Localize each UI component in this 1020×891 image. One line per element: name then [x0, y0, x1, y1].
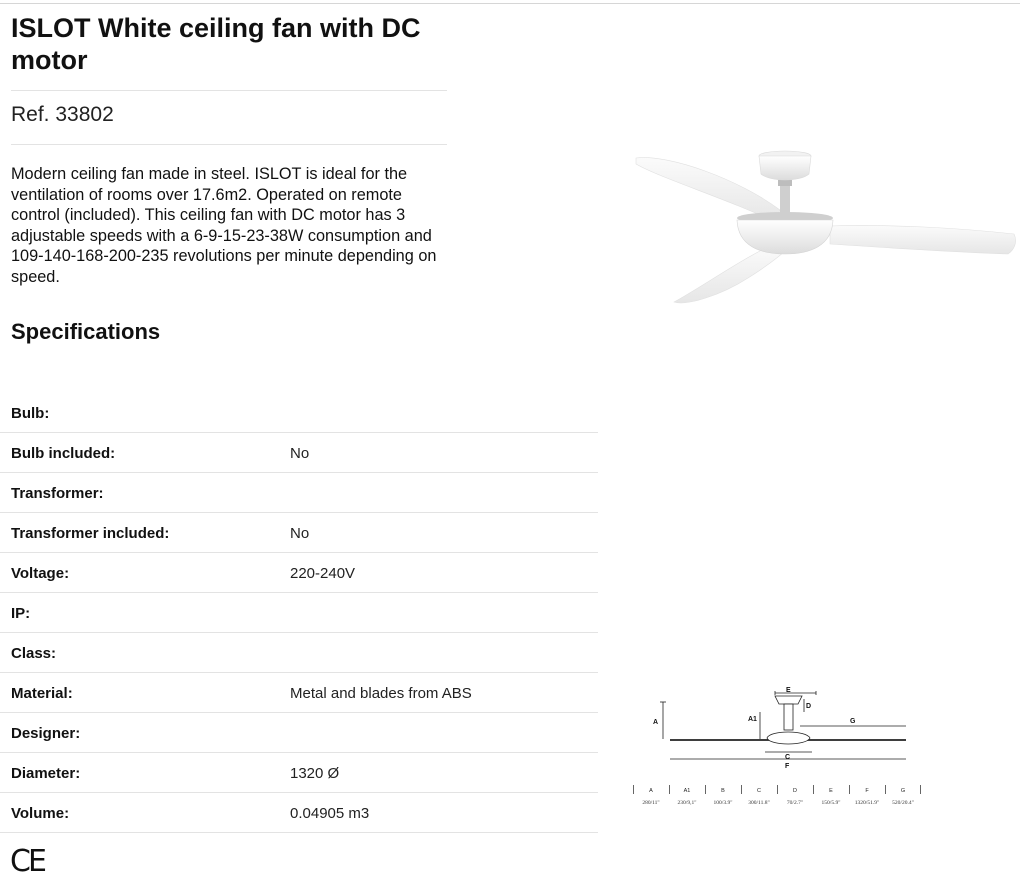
- spec-label: Material:: [11, 685, 73, 702]
- dim-column-c: C 300/11.8": [741, 785, 777, 813]
- spec-row-bulb-included: Bulb included: No: [0, 433, 598, 473]
- diagram-fan-shape: [766, 695, 811, 745]
- product-title: ISLOT White ceiling fan with DC motor: [11, 13, 421, 75]
- dim-head: B: [721, 788, 725, 794]
- diagram-label-a1: A1: [748, 716, 757, 723]
- specifications-table: Bulb: Bulb included: No Transformer: Tra…: [0, 362, 598, 833]
- spec-row-designer: Designer:: [0, 713, 598, 753]
- top-divider: [0, 3, 1020, 4]
- specifications-heading: Specifications: [11, 319, 161, 344]
- spec-label: Transformer:: [11, 485, 104, 502]
- dim-value: 280/11": [642, 800, 660, 806]
- dim-value: 230/9,1": [677, 800, 697, 806]
- spec-label: IP:: [11, 605, 31, 622]
- spec-label: Bulb included:: [11, 445, 116, 462]
- dim-column-a1: A1 230/9,1": [669, 785, 705, 813]
- product-reference: Ref. 33802: [11, 103, 114, 126]
- dim-head: C: [757, 788, 761, 794]
- spec-row-volume: Volume: 0.04905 m3: [0, 793, 598, 833]
- diagram-label-f: F: [785, 763, 790, 770]
- dim-separator: [920, 785, 921, 794]
- dim-head: A: [649, 788, 653, 794]
- diagram-label-d: D: [806, 703, 811, 710]
- spec-row-class: Class:: [0, 633, 598, 673]
- dim-column-d: D 70/2.7": [777, 785, 813, 813]
- ref-divider: [11, 144, 447, 145]
- dim-column-e: E 150/5.9": [813, 785, 849, 813]
- spec-value: No: [290, 445, 310, 462]
- spec-label: Transformer included:: [11, 525, 170, 542]
- spec-row-material: Material: Metal and blades from ABS: [0, 673, 598, 713]
- dim-value: 520/20.4": [892, 800, 914, 806]
- dim-column-b: B 100/3.9": [705, 785, 741, 813]
- spec-label: Designer:: [11, 725, 81, 742]
- spec-row-transformer: Transformer:: [0, 473, 598, 513]
- dim-head: E: [829, 788, 833, 794]
- spec-label: Volume:: [11, 805, 70, 822]
- spec-value: 220-240V: [290, 565, 356, 582]
- dim-column-a: A 280/11": [633, 785, 669, 813]
- dim-head: G: [900, 788, 906, 794]
- dim-head: D: [793, 788, 797, 794]
- diagram-label-g: G: [850, 718, 856, 725]
- dim-value: 100/3.9": [713, 800, 733, 806]
- spec-value: 0.04905 m3: [290, 805, 370, 822]
- product-description: Modern ceiling fan made in steel. ISLOT …: [11, 165, 437, 286]
- fan-downrod: [778, 180, 792, 214]
- title-divider: [11, 90, 447, 91]
- spec-row-voltage: Voltage: 220-240V: [0, 553, 598, 593]
- dim-column-g: G 520/20.4": [885, 785, 921, 813]
- diagram-label-e: E: [786, 687, 791, 694]
- fan-motor-hub: [736, 212, 834, 255]
- dim-head: A1: [683, 788, 691, 794]
- fan-product-image: [635, 150, 1016, 304]
- fan-canopy: [758, 150, 812, 181]
- spec-label: Diameter:: [11, 765, 81, 782]
- dim-value: 70/2.7": [786, 800, 804, 806]
- spec-label: Voltage:: [11, 565, 70, 582]
- fan-blade-left: [635, 157, 781, 223]
- spec-row-diameter: Diameter: 1320 Ø: [0, 753, 598, 793]
- dimension-table: A 280/11" A1 230/9,1" B 100/3.9" C 300/1…: [633, 785, 921, 813]
- spec-value: Metal and blades from ABS: [290, 685, 472, 702]
- dim-column-f: F 1320/51.9": [849, 785, 885, 813]
- spec-value: 1320 Ø: [290, 765, 340, 782]
- spec-row-ip: IP:: [0, 593, 598, 633]
- spec-label: Class:: [11, 645, 57, 662]
- spec-row-bulb: Bulb:: [0, 362, 598, 433]
- diagram-label-c: C: [785, 754, 790, 761]
- diagram-label-a: A: [653, 719, 658, 726]
- spec-value: No: [290, 525, 310, 542]
- spec-label: Bulb:: [11, 405, 50, 422]
- dim-head: F: [865, 788, 869, 794]
- dim-value: 1320/51.9": [854, 800, 880, 806]
- dim-value: 300/11.8": [748, 800, 770, 806]
- dimension-diagram: A A1 E D G C F: [653, 687, 906, 770]
- dim-value: 150/5.9": [821, 800, 841, 806]
- ce-mark-icon: CE: [10, 844, 47, 879]
- fan-blade-front: [673, 245, 787, 304]
- fan-blade-right: [829, 225, 1016, 255]
- spec-row-transformer-included: Transformer included: No: [0, 513, 598, 553]
